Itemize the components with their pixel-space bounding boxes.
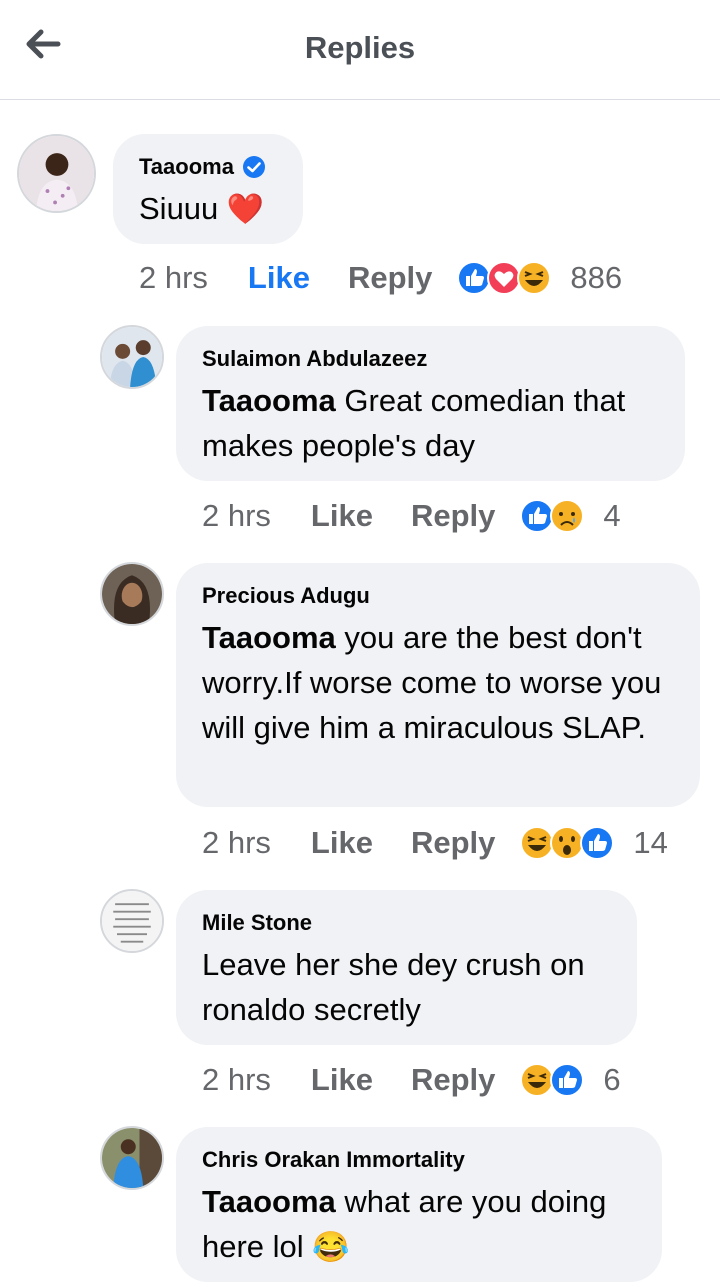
mention-link[interactable]: Taaooma — [202, 620, 336, 655]
comment-text: Siuuu ❤️ — [139, 191, 265, 226]
reaction-summary[interactable] — [456, 260, 552, 296]
reaction-count: 6 — [603, 1062, 621, 1097]
comment-time[interactable]: 2 hrs — [202, 498, 271, 534]
comment-time[interactable]: 2 hrs — [202, 825, 271, 861]
avatar[interactable] — [100, 889, 164, 953]
comment-actions: 2 hrs Like Reply 14 — [202, 825, 668, 861]
comment-bubble: Sulaimon Abdulazeez Taaooma Great comedi… — [176, 326, 685, 481]
heart-emoji: ❤️ — [226, 193, 265, 226]
reaction-summary[interactable] — [519, 825, 615, 861]
like-reaction-icon — [580, 826, 615, 860]
comment-author[interactable]: Mile Stone — [202, 910, 611, 936]
like-button[interactable]: Like — [311, 1062, 373, 1098]
reaction-summary[interactable] — [519, 1062, 585, 1098]
reply-button[interactable]: Reply — [411, 1062, 495, 1098]
comment-text: Taaooma you are the best don't worry.If … — [202, 620, 662, 745]
like-button[interactable]: Like — [311, 825, 373, 861]
comment-author[interactable]: Chris Orakan Immortality — [202, 1147, 636, 1173]
comment-author[interactable]: Sulaimon Abdulazeez — [202, 346, 659, 372]
comment-time[interactable]: 2 hrs — [139, 260, 208, 296]
comment-text: Taaooma Great comedian that makes people… — [202, 383, 626, 463]
comment-author[interactable]: Precious Adugu — [202, 583, 674, 609]
haha-reaction-icon — [517, 261, 552, 295]
comment-bubble: Taaooma Siuuu ❤️ — [113, 134, 303, 244]
quote-image — [102, 891, 162, 951]
reaction-summary[interactable] — [519, 498, 585, 534]
sad-reaction-icon — [550, 499, 585, 533]
comment-text: Leave her she dey crush on ronaldo secre… — [202, 947, 585, 1027]
like-reaction-icon — [550, 1063, 585, 1097]
header-bar: Replies — [0, 0, 720, 100]
comment-time[interactable]: 2 hrs — [202, 1062, 271, 1098]
like-button[interactable]: Like — [248, 260, 310, 296]
reply-button[interactable]: Reply — [411, 498, 495, 534]
comment-actions: 2 hrs Like Reply 4 — [202, 498, 621, 534]
avatar[interactable] — [17, 134, 96, 213]
comment-text: Taaooma what are you doing here lol 😂 — [202, 1184, 607, 1264]
mention-link[interactable]: Taaooma — [202, 1184, 336, 1219]
page-title: Replies — [304, 30, 416, 65]
avatar[interactable] — [100, 562, 164, 626]
comment-actions: 2 hrs Like Reply 6 — [202, 1062, 621, 1098]
comment-author[interactable]: Taaooma — [139, 154, 277, 180]
comment-bubble: Mile Stone Leave her she dey crush on ro… — [176, 890, 637, 1045]
tears-of-joy-emoji: 😂 — [312, 1231, 350, 1264]
reaction-count: 14 — [633, 825, 668, 860]
avatar[interactable] — [100, 1126, 164, 1190]
like-button[interactable]: Like — [311, 498, 373, 534]
mention-link[interactable]: Taaooma — [202, 383, 336, 418]
verified-badge-icon — [242, 156, 265, 178]
comment-actions: 2 hrs Like Reply 886 — [139, 260, 622, 296]
comment-bubble: Chris Orakan Immortality Taaooma what ar… — [176, 1127, 662, 1282]
reply-button[interactable]: Reply — [411, 825, 495, 861]
avatar[interactable] — [100, 325, 164, 389]
comment-bubble: Precious Adugu Taaooma you are the best … — [176, 563, 700, 807]
reaction-count: 4 — [603, 498, 621, 533]
reply-button[interactable]: Reply — [348, 260, 432, 296]
reaction-count: 886 — [570, 260, 623, 295]
